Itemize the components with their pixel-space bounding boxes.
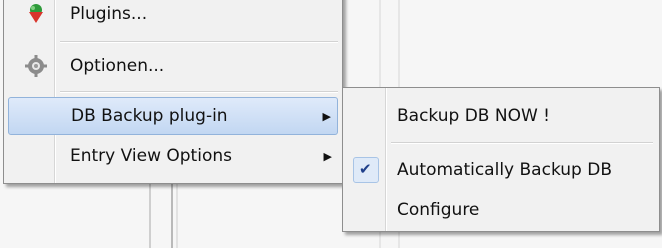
submenu-arrow-icon: ▶ <box>322 109 331 123</box>
submenu-item-configure[interactable]: Configure <box>347 191 653 229</box>
menu-item-db-backup-plugin[interactable]: DB Backup plug-in ▶ <box>8 97 338 135</box>
menu-item-plugins[interactable]: Plugins... <box>8 0 338 33</box>
tools-context-menu: Plugins... Optionen... DB Backup plug-in… <box>3 0 343 184</box>
menu-item-entry-view-options[interactable]: Entry View Options ▶ <box>8 137 338 175</box>
submenu-item-automatically-backup-db[interactable]: ✔ Automatically Backup DB <box>347 151 653 189</box>
menu-item-label: DB Backup plug-in <box>71 106 228 126</box>
plugin-icon <box>24 1 48 25</box>
menu-separator <box>60 91 338 92</box>
checkmark-glyph: ✔ <box>359 160 372 178</box>
db-backup-submenu: Backup DB NOW ! ✔ Automatically Backup D… <box>342 87 660 232</box>
submenu-item-label: Automatically Backup DB <box>397 160 612 180</box>
submenu-item-label: Configure <box>397 200 480 220</box>
gear-icon <box>24 54 48 78</box>
menu-item-label: Plugins... <box>70 4 148 24</box>
menu-separator <box>60 41 338 42</box>
submenu-separator <box>391 142 653 143</box>
checkmark-icon: ✔ <box>353 157 379 183</box>
submenu-item-backup-db-now[interactable]: Backup DB NOW ! <box>347 97 653 135</box>
submenu-item-label: Backup DB NOW ! <box>397 106 550 126</box>
menu-item-label: Optionen... <box>70 56 165 76</box>
menu-item-label: Entry View Options <box>70 146 232 166</box>
submenu-arrow-icon: ▶ <box>323 149 332 163</box>
menu-item-optionen[interactable]: Optionen... <box>8 47 338 85</box>
